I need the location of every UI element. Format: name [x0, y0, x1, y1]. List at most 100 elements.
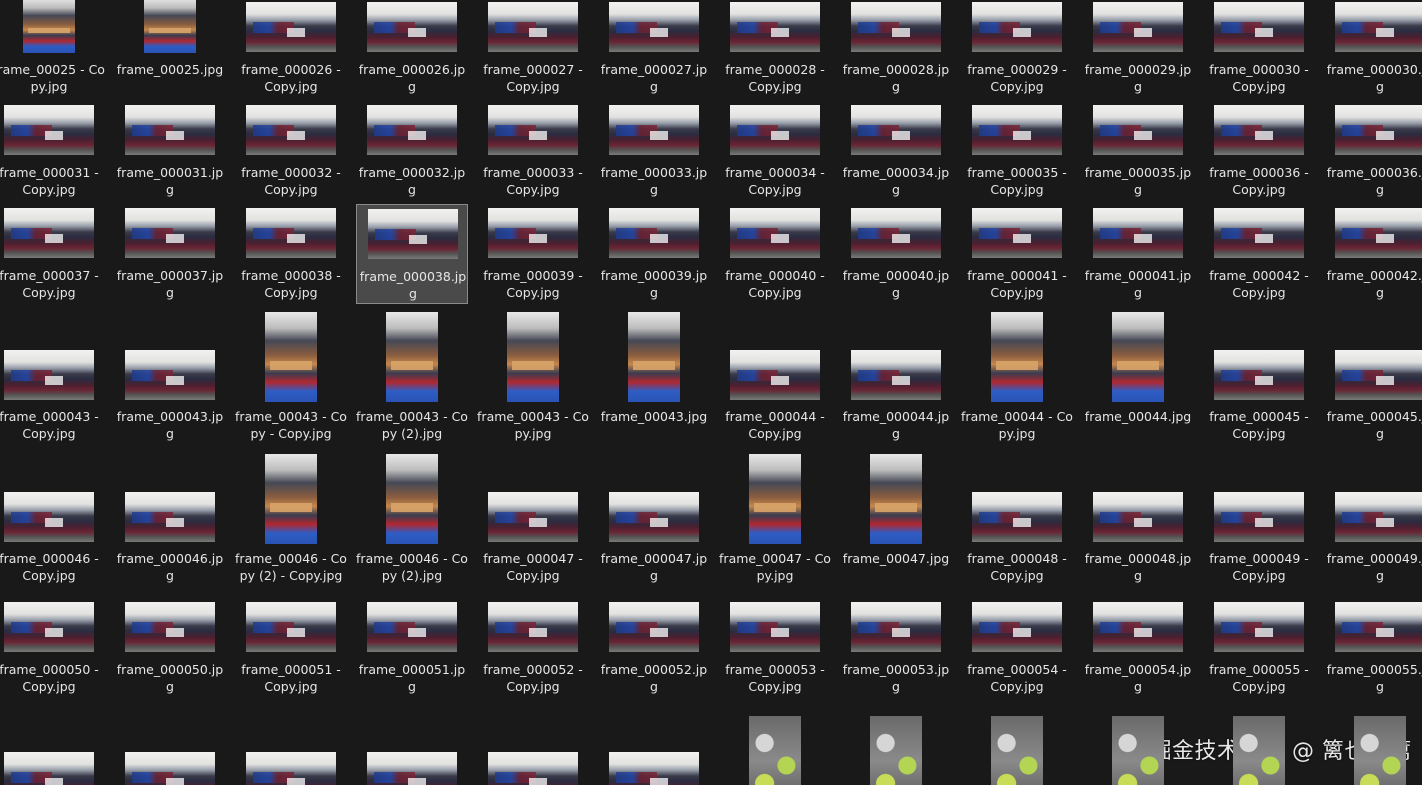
file-item[interactable]: frame_000038.jpg — [356, 204, 468, 304]
file-item[interactable]: frame_000053 - Copy.jpg — [719, 598, 831, 708]
file-item[interactable]: frame_000052 - Copy.jpg — [477, 598, 589, 708]
file-item[interactable]: frame_000030.jpg — [1324, 0, 1422, 98]
file-item[interactable]: frame_000049.jpg — [1324, 450, 1422, 595]
file-item[interactable]: frame_000039 - Copy.jpg — [477, 204, 589, 304]
file-item[interactable]: frame_000040.jpg — [840, 204, 952, 304]
file-item[interactable]: frame_000037 - Copy.jpg — [0, 204, 105, 304]
file-item[interactable]: frame_000034.jpg — [840, 101, 952, 201]
file-item[interactable]: frame_000054 - Copy.jpg — [961, 598, 1073, 708]
file-item[interactable]: frame_000030 - Copy.jpg — [1203, 0, 1315, 98]
file-item[interactable]: frame_000031 - Copy.jpg — [0, 101, 105, 201]
file-item[interactable]: frame_000046 - Copy.jpg — [0, 450, 105, 595]
file-item[interactable] — [1203, 712, 1315, 785]
file-item[interactable]: frame_000043.jpg — [114, 308, 226, 448]
file-name-label: frame_00047.jpg — [842, 551, 950, 566]
image-thumbnail — [609, 602, 699, 652]
file-item[interactable]: frame_00025 - Copy.jpg — [0, 0, 105, 98]
file-item[interactable]: frame_000037.jpg — [114, 204, 226, 304]
file-item[interactable] — [1324, 712, 1422, 785]
file-item[interactable]: frame_000055.jpg — [1324, 598, 1422, 708]
file-name-label: frame_000054 - Copy.jpg — [967, 662, 1067, 694]
file-item[interactable] — [840, 712, 952, 785]
file-item[interactable]: frame_000047 - Copy.jpg — [477, 450, 589, 595]
file-item[interactable]: frame_000050 - Copy.jpg — [0, 598, 105, 708]
file-item[interactable] — [719, 712, 831, 785]
file-item[interactable]: frame_000044 - Copy.jpg — [719, 308, 831, 448]
file-item[interactable]: frame_000027 - Copy.jpg — [477, 0, 589, 98]
file-item[interactable] — [114, 712, 226, 785]
file-item[interactable]: frame_000048.jpg — [1082, 450, 1194, 595]
file-item[interactable]: frame_000049 - Copy.jpg — [1203, 450, 1315, 595]
image-thumbnail — [1214, 602, 1304, 652]
file-item[interactable] — [598, 712, 710, 785]
file-item[interactable]: frame_000043 - Copy.jpg — [0, 308, 105, 448]
file-item[interactable]: frame_00043 - Copy (2).jpg — [356, 308, 468, 448]
file-item[interactable]: frame_00046 - Copy (2).jpg — [356, 450, 468, 595]
image-thumbnail — [749, 454, 801, 544]
file-item[interactable]: frame_000052.jpg — [598, 598, 710, 708]
file-item[interactable]: frame_000027.jpg — [598, 0, 710, 98]
file-item[interactable]: frame_000038 - Copy.jpg — [235, 204, 347, 304]
file-name-label: frame_000029 - Copy.jpg — [967, 62, 1067, 94]
file-name-label: frame_00044.jpg — [1084, 409, 1192, 424]
file-item[interactable]: frame_000032 - Copy.jpg — [235, 101, 347, 201]
file-item[interactable]: frame_000031.jpg — [114, 101, 226, 201]
image-thumbnail — [870, 454, 922, 544]
file-item[interactable]: frame_000050.jpg — [114, 598, 226, 708]
file-item[interactable]: frame_00047 - Copy.jpg — [719, 450, 831, 595]
file-item[interactable]: frame_000045.jpg — [1324, 308, 1422, 448]
file-item[interactable]: frame_00043 - Copy - Copy.jpg — [235, 308, 347, 448]
file-item[interactable]: frame_000039.jpg — [598, 204, 710, 304]
file-item[interactable]: frame_000035.jpg — [1082, 101, 1194, 201]
image-thumbnail — [23, 0, 75, 53]
file-item[interactable] — [235, 712, 347, 785]
file-item[interactable] — [356, 712, 468, 785]
file-name-label: frame_000031.jpg — [116, 165, 224, 197]
file-item[interactable]: frame_00043.jpg — [598, 308, 710, 448]
file-item[interactable]: frame_000053.jpg — [840, 598, 952, 708]
file-item[interactable]: frame_000040 - Copy.jpg — [719, 204, 831, 304]
file-item[interactable]: frame_000028 - Copy.jpg — [719, 0, 831, 98]
file-name-label: frame_000043 - Copy.jpg — [0, 409, 99, 441]
file-item[interactable]: frame_000032.jpg — [356, 101, 468, 201]
file-item[interactable]: frame_000033 - Copy.jpg — [477, 101, 589, 201]
file-item[interactable]: frame_000034 - Copy.jpg — [719, 101, 831, 201]
file-item[interactable]: frame_000055 - Copy.jpg — [1203, 598, 1315, 708]
file-item[interactable] — [0, 712, 105, 785]
file-item[interactable]: frame_000047.jpg — [598, 450, 710, 595]
file-item[interactable]: frame_000026.jpg — [356, 0, 468, 98]
file-name-label: frame_000036.jpg — [1326, 165, 1422, 197]
file-item[interactable] — [961, 712, 1073, 785]
file-item[interactable]: frame_000048 - Copy.jpg — [961, 450, 1073, 595]
file-item[interactable]: frame_000045 - Copy.jpg — [1203, 308, 1315, 448]
file-name-label: frame_000027 - Copy.jpg — [483, 62, 583, 94]
file-item[interactable]: frame_000035 - Copy.jpg — [961, 101, 1073, 201]
file-item[interactable]: frame_000051.jpg — [356, 598, 468, 708]
file-item[interactable]: frame_000029 - Copy.jpg — [961, 0, 1073, 98]
file-item[interactable]: frame_00025.jpg — [114, 0, 226, 98]
file-item[interactable] — [1082, 712, 1194, 785]
file-item[interactable]: frame_000036 - Copy.jpg — [1203, 101, 1315, 201]
file-name-label: frame_000040 - Copy.jpg — [725, 268, 825, 300]
file-item[interactable]: frame_000044.jpg — [840, 308, 952, 448]
file-item[interactable]: frame_000054.jpg — [1082, 598, 1194, 708]
file-item[interactable]: frame_00046 - Copy (2) - Copy.jpg — [235, 450, 347, 595]
file-item[interactable]: frame_00044 - Copy.jpg — [961, 308, 1073, 448]
file-item[interactable]: frame_00044.jpg — [1082, 308, 1194, 448]
file-item[interactable]: frame_000026 - Copy.jpg — [235, 0, 347, 98]
file-item[interactable]: frame_000029.jpg — [1082, 0, 1194, 98]
file-item[interactable] — [477, 712, 589, 785]
file-item[interactable]: frame_000036.jpg — [1324, 101, 1422, 201]
file-item[interactable]: frame_00043 - Copy.jpg — [477, 308, 589, 448]
file-item[interactable]: frame_000041 - Copy.jpg — [961, 204, 1073, 304]
file-item[interactable]: frame_000033.jpg — [598, 101, 710, 201]
file-item[interactable]: frame_000042.jpg — [1324, 204, 1422, 304]
file-item[interactable]: frame_00047.jpg — [840, 450, 952, 595]
file-item[interactable]: frame_000028.jpg — [840, 0, 952, 98]
file-item[interactable]: frame_000042 - Copy.jpg — [1203, 204, 1315, 304]
file-item[interactable]: frame_000051 - Copy.jpg — [235, 598, 347, 708]
file-item[interactable]: frame_000046.jpg — [114, 450, 226, 595]
file-name-label: frame_000032.jpg — [358, 165, 466, 197]
file-item[interactable]: frame_000041.jpg — [1082, 204, 1194, 304]
image-thumbnail — [1214, 105, 1304, 155]
